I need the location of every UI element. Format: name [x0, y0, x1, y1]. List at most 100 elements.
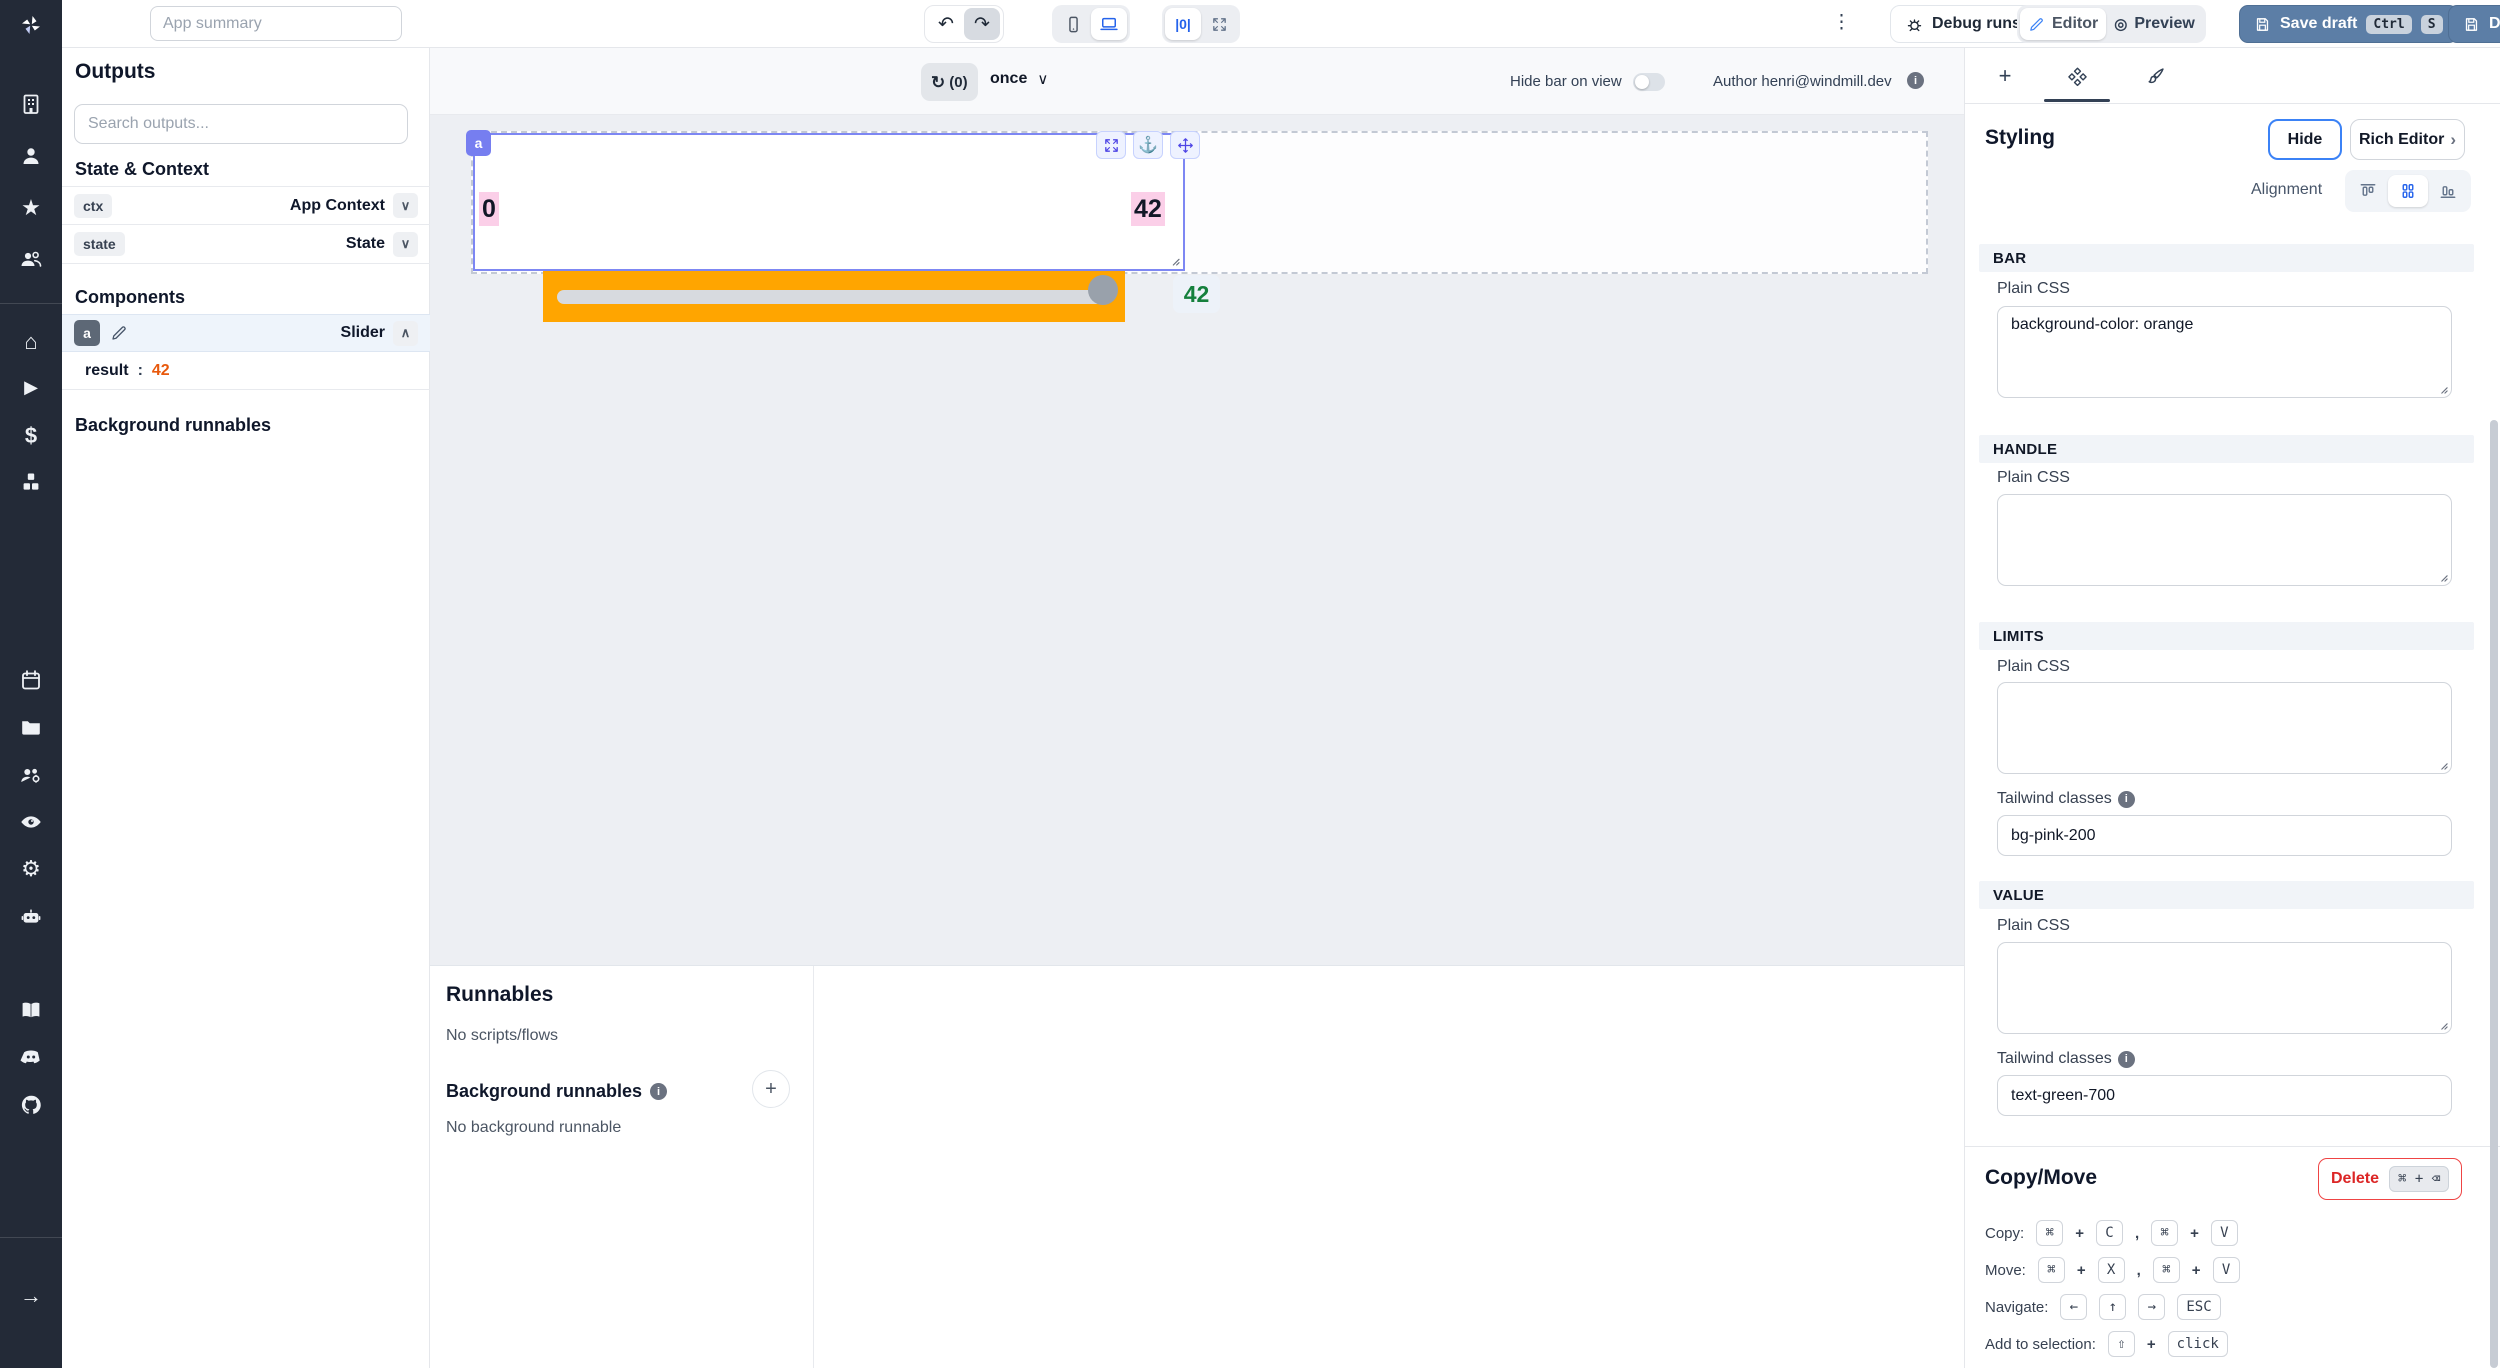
- collapse-arrow-icon[interactable]: →: [0, 1285, 62, 1307]
- hide-styling-button[interactable]: Hide: [2268, 119, 2342, 160]
- component-tag[interactable]: a: [466, 130, 491, 156]
- align-center-button[interactable]: [2388, 175, 2428, 207]
- folders-icon[interactable]: [0, 715, 62, 739]
- left-rail: ★ ⌂ ▶ $ ⚙ →: [0, 0, 62, 1368]
- align-top-button[interactable]: [2348, 175, 2388, 207]
- fullwidth-expand-button[interactable]: [1201, 8, 1237, 40]
- discord-icon[interactable]: [0, 1045, 62, 1069]
- docs-book-icon[interactable]: [0, 998, 62, 1022]
- handle-plain-css-textarea[interactable]: [1997, 494, 2452, 586]
- audit-eye-icon[interactable]: [0, 810, 62, 834]
- user-icon[interactable]: [0, 144, 62, 168]
- panel-scrollbar[interactable]: [2490, 420, 2498, 1368]
- workspace-icon[interactable]: [0, 92, 62, 116]
- debug-runs-button[interactable]: Debug runs: [1890, 5, 2036, 43]
- save-draft-button[interactable]: Save draft Ctrl S: [2239, 5, 2458, 43]
- windmill-logo[interactable]: [0, 13, 62, 37]
- chevron-up-icon[interactable]: ∧: [393, 321, 418, 346]
- app-summary-input[interactable]: [150, 6, 402, 41]
- search-outputs-input[interactable]: [74, 104, 408, 144]
- pencil-icon: [2028, 16, 2045, 33]
- hide-bar-toggle[interactable]: [1633, 73, 1665, 91]
- align-bottom-button[interactable]: [2428, 175, 2468, 207]
- deploy-button[interactable]: Deploy: [2448, 5, 2500, 43]
- slider-bar[interactable]: [543, 271, 1125, 322]
- output-row-state[interactable]: state State ∨: [62, 225, 430, 264]
- slider-handle[interactable]: [1088, 275, 1118, 305]
- slider-track[interactable]: [557, 290, 1111, 304]
- move-component-button[interactable]: [1170, 131, 1200, 159]
- app-canvas[interactable]: ↻ (0) once ∨ Hide bar on view Author hen…: [430, 48, 1964, 965]
- info-icon[interactable]: i: [1907, 72, 1924, 89]
- tab-editor[interactable]: Editor: [2020, 8, 2106, 40]
- output-row-ctx[interactable]: ctx App Context ∨: [62, 186, 430, 225]
- component-row-a[interactable]: a Slider ∧: [62, 314, 430, 352]
- ai-robot-icon[interactable]: [0, 905, 62, 929]
- textarea-resize-icon[interactable]: [2434, 1016, 2449, 1031]
- tab-insert-plus-icon[interactable]: +: [1985, 58, 2025, 94]
- resize-handle-icon[interactable]: [1165, 251, 1181, 267]
- undo-button[interactable]: ↶: [928, 8, 964, 40]
- add-background-runnable-button[interactable]: +: [752, 1070, 790, 1108]
- section-bar-header: BAR: [1979, 244, 2474, 272]
- hide-bar-label: Hide bar on view: [1510, 73, 1622, 90]
- edit-pencil-icon[interactable]: [110, 324, 128, 342]
- outputs-panel: Outputs State & Context ctx App Context …: [62, 48, 430, 1368]
- schedules-calendar-icon[interactable]: [0, 668, 62, 692]
- plain-css-label: Plain CSS: [1997, 280, 2070, 298]
- limits-tailwind-input[interactable]: [1997, 815, 2452, 856]
- tabs-border: [1965, 103, 2500, 104]
- refresh-icon: ↻: [931, 74, 945, 91]
- groups-icon[interactable]: [0, 247, 62, 271]
- run-mode-dropdown[interactable]: once ∨: [990, 70, 1048, 88]
- chevron-down-icon[interactable]: ∨: [393, 232, 418, 257]
- mobile-view-button[interactable]: [1055, 8, 1091, 40]
- github-icon[interactable]: [0, 1093, 62, 1117]
- info-icon[interactable]: i: [650, 1083, 667, 1100]
- tab-preview[interactable]: ◎ Preview: [2106, 8, 2203, 40]
- value-tailwind-input[interactable]: [1997, 1075, 2452, 1116]
- tailwind-classes-label: Tailwind classes i: [1997, 1050, 2135, 1068]
- anchor-component-button[interactable]: ⚓: [1133, 131, 1163, 159]
- workers-users-gear-icon[interactable]: [0, 763, 62, 787]
- favorites-star-icon[interactable]: ★: [0, 197, 62, 219]
- value-plain-css-textarea[interactable]: [1997, 942, 2452, 1034]
- viewport-toggle-group: [1052, 5, 1130, 43]
- textarea-resize-icon[interactable]: [2434, 756, 2449, 771]
- styling-title: Styling: [1985, 126, 2055, 150]
- shortcut-row-move: Move: ⌘ + X , ⌘ + V: [1985, 1257, 2240, 1283]
- tab-component-settings-icon[interactable]: [2057, 58, 2097, 94]
- runs-play-icon[interactable]: ▶: [0, 378, 62, 396]
- kbd-shift: ⇧: [2108, 1331, 2135, 1357]
- shortcut-row-add-selection: Add to selection: ⇧ + click: [1985, 1331, 2228, 1357]
- kbd-v: V: [2213, 1257, 2240, 1283]
- bar-plain-css-textarea[interactable]: background-color: orange: [1997, 306, 2452, 398]
- variables-dollar-icon[interactable]: $: [0, 425, 62, 447]
- plain-css-label: Plain CSS: [1997, 917, 2070, 935]
- component-type: Slider: [341, 324, 385, 342]
- textarea-resize-icon[interactable]: [2434, 380, 2449, 395]
- redo-button[interactable]: ↷: [964, 8, 1000, 40]
- textarea-resize-icon[interactable]: [2434, 568, 2449, 583]
- result-key: result: [85, 362, 129, 380]
- limits-plain-css-textarea[interactable]: [1997, 682, 2452, 774]
- tab-styling-brush-icon[interactable]: [2135, 58, 2175, 94]
- settings-panel: + Styling Hide Rich Editor › Alignment B…: [1964, 48, 2500, 1368]
- delete-button[interactable]: Delete ⌘ + ⌫: [2318, 1158, 2462, 1200]
- rich-editor-button[interactable]: Rich Editor ›: [2350, 119, 2465, 160]
- runnables-divider: [813, 966, 814, 1368]
- expand-component-button[interactable]: [1096, 131, 1126, 159]
- desktop-view-button[interactable]: [1091, 8, 1127, 40]
- info-icon[interactable]: i: [2118, 1051, 2135, 1068]
- kebab-menu-icon[interactable]: ⋮: [1832, 11, 1851, 34]
- settings-gear-icon[interactable]: ⚙: [0, 858, 62, 880]
- slider-component[interactable]: 0 42 42: [473, 133, 1185, 271]
- resources-cubes-icon[interactable]: [0, 470, 62, 494]
- state-context-title: State & Context: [75, 159, 209, 180]
- refresh-button[interactable]: ↻ (0): [921, 63, 978, 101]
- home-icon[interactable]: ⌂: [0, 331, 62, 353]
- center-canvas-button[interactable]: |0|: [1165, 8, 1201, 40]
- info-icon[interactable]: i: [2118, 791, 2135, 808]
- kbd-s: S: [2421, 15, 2443, 34]
- chevron-down-icon[interactable]: ∨: [393, 193, 418, 218]
